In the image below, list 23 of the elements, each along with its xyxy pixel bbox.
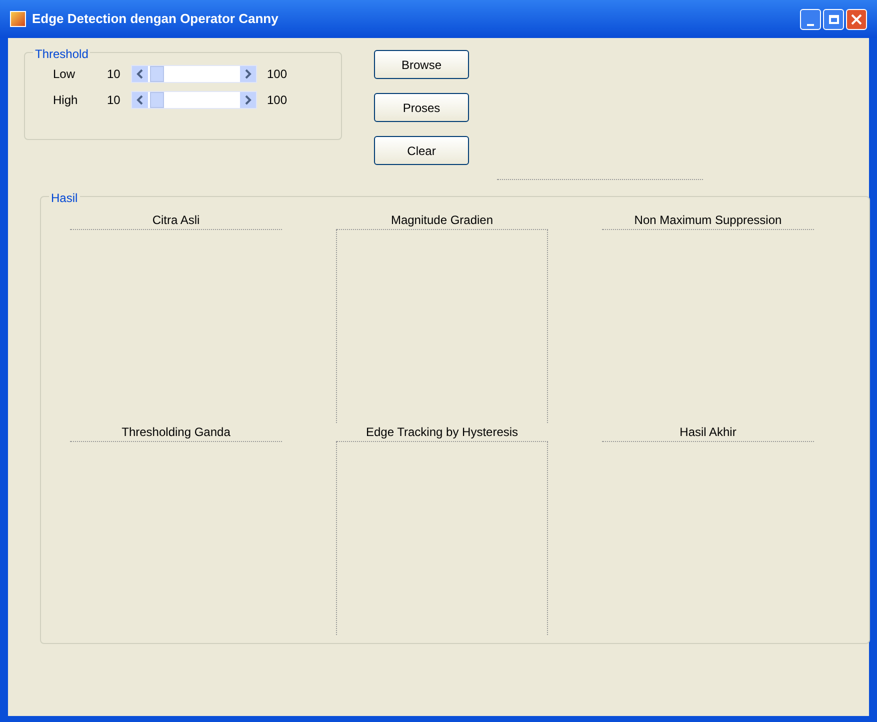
maximize-button[interactable] <box>823 8 844 30</box>
slider-max: 100 <box>267 92 288 109</box>
action-button[interactable]: Browse <box>374 50 469 79</box>
minimize-button[interactable] <box>800 8 821 30</box>
action-button[interactable]: Clear <box>374 136 469 165</box>
close-icon <box>851 14 862 24</box>
action-button[interactable]: Proses <box>374 93 469 122</box>
slider-min: 10 <box>107 66 122 83</box>
panel-title: Citra Asli <box>152 212 200 229</box>
slider-thumb[interactable] <box>150 92 164 108</box>
slider-label: High <box>52 92 79 109</box>
window-title: Edge Detection dengan Operator Canny <box>32 10 280 28</box>
panel-title: Magnitude Gradien <box>390 212 494 229</box>
slider-label: Low <box>52 66 76 83</box>
panel-title: Non Maximum Suppression <box>634 212 782 229</box>
slider-max: 100 <box>267 66 288 83</box>
close-button[interactable] <box>846 8 867 30</box>
panel-title: Thresholding Ganda <box>122 424 230 441</box>
app-icon <box>10 11 26 27</box>
slider-thumb[interactable] <box>150 66 164 82</box>
panel-title: Hasil Akhir <box>680 424 736 441</box>
slider-min: 10 <box>107 92 122 109</box>
panel-title: Edge Tracking by Hysteresis <box>366 424 518 441</box>
